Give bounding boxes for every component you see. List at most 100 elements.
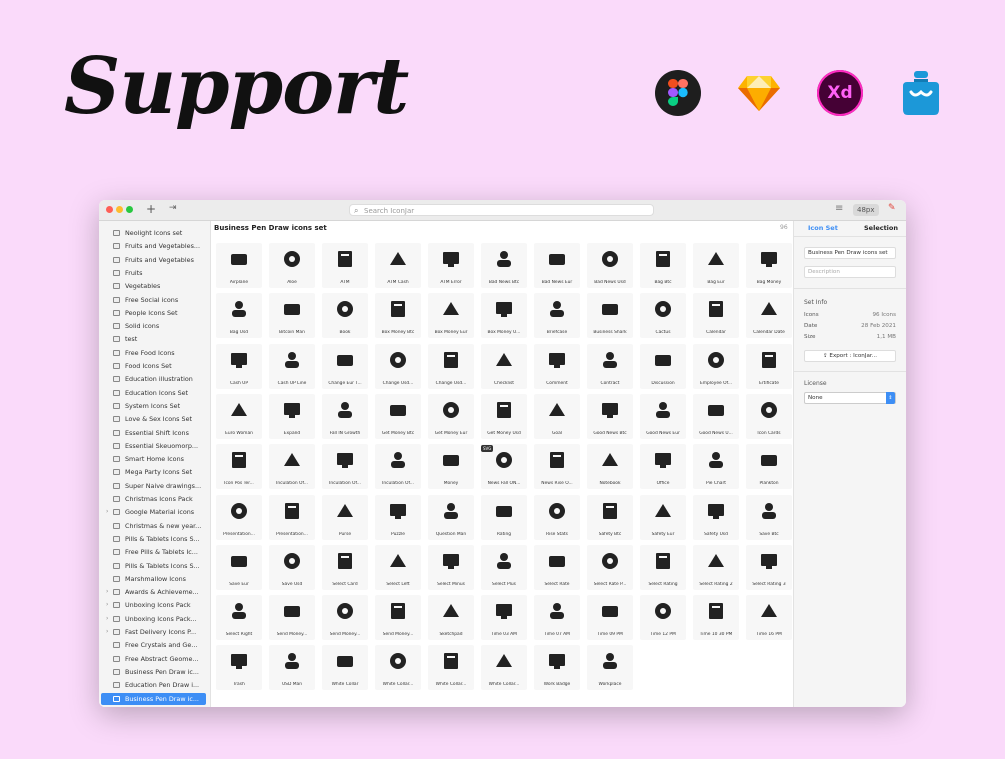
icon-tile[interactable]: Rise Stats [534, 494, 580, 540]
sidebar-item[interactable]: Business Pen Draw ic... [101, 666, 206, 678]
license-select[interactable]: None ⇕ [804, 392, 896, 404]
icon-tile[interactable]: Bad News Btc [481, 243, 527, 288]
icon-tile[interactable]: Select Rating 3 [746, 544, 792, 590]
icon-tile[interactable]: Trash [216, 645, 262, 691]
icon-tile[interactable]: Select Card [322, 544, 368, 590]
sidebar-item[interactable]: Free Food Icons [101, 347, 206, 359]
sidebar-item[interactable]: › Unboxing Icons Pack... [101, 613, 206, 625]
sidebar-item[interactable]: Essential Shift Icons [101, 427, 206, 439]
chevron-right-icon[interactable]: › [106, 506, 108, 518]
icon-tile[interactable]: Change Usd... [375, 343, 421, 389]
search-input[interactable]: ⌕ Search IconJar [349, 204, 654, 216]
sidebar-item[interactable]: › Unboxing Icons Pack [101, 599, 206, 611]
icon-tile[interactable]: Box Money Btc [375, 293, 421, 339]
icon-tile[interactable]: White Collar... [375, 645, 421, 691]
icon-tile[interactable]: ATM [322, 243, 368, 288]
sidebar-item[interactable]: test [101, 333, 206, 345]
icon-tile[interactable]: Good News Btc [587, 393, 633, 439]
close-window-button[interactable] [106, 206, 113, 213]
sidebar-item[interactable]: Food Icons Set [101, 360, 206, 372]
icon-tile[interactable]: Bad News Eur [534, 243, 580, 288]
chevron-right-icon[interactable]: › [106, 586, 108, 598]
icon-tile[interactable]: Send Money... [269, 595, 315, 641]
tab-icon-set[interactable]: Icon Set [808, 224, 838, 232]
icon-tile[interactable]: Get Money Usd [481, 393, 527, 439]
icon-tile[interactable]: Change Usd... [428, 343, 474, 389]
icon-tile[interactable]: Presentation... [216, 494, 262, 540]
sidebar-item[interactable]: People Icons Set [101, 307, 206, 319]
import-icon[interactable]: ⇥ [169, 203, 177, 213]
icon-tile[interactable]: White Collar... [481, 645, 527, 691]
icon-tile[interactable]: Contract [587, 343, 633, 389]
chevron-right-icon[interactable]: › [106, 599, 108, 611]
icon-tile[interactable]: ATM Cash [375, 243, 421, 288]
icon-tile[interactable]: Employee Of... [693, 343, 739, 389]
sidebar-item[interactable]: Business Pen Draw ic... [101, 692, 206, 705]
icon-tile[interactable]: Question Man [428, 494, 474, 540]
sidebar-item[interactable]: Marshmallow Icons [101, 573, 206, 585]
chevron-right-icon[interactable]: › [106, 626, 108, 638]
icon-tile[interactable]: Icon Pos Ter... [216, 444, 262, 490]
icon-tile[interactable]: Time 09 PM [587, 595, 633, 641]
sidebar-item[interactable]: Free Crystals and Ge... [101, 639, 206, 651]
icon-tile[interactable]: Bag Money [746, 243, 792, 288]
sidebar-item[interactable]: Vegetables [101, 280, 206, 292]
sidebar-item[interactable]: Smart Home Icons [101, 453, 206, 465]
icon-tile[interactable]: Select Left [375, 544, 421, 590]
icon-tile[interactable]: Time 10 30 PM [693, 595, 739, 641]
icon-tile[interactable]: Bitcoin Man [269, 293, 315, 339]
sidebar-item[interactable]: Super Naive drawings... [101, 480, 206, 492]
icon-tile[interactable]: Puzzle [375, 494, 421, 540]
icon-tile[interactable]: Bag Usd [216, 293, 262, 339]
sidebar-item[interactable]: Fruits [101, 267, 206, 279]
sidebar-item[interactable]: Education illustration [101, 373, 206, 385]
set-name-field[interactable]: Business Pen Draw icons set [804, 247, 896, 259]
sidebar-item[interactable]: Solid icons [101, 320, 206, 332]
icon-tile[interactable]: Cash UP Line [269, 343, 315, 389]
icon-tile[interactable]: Inculation Of... [375, 444, 421, 490]
sidebar-item[interactable]: Free Social icons [101, 294, 206, 306]
icon-tile[interactable]: Cactus [640, 293, 686, 339]
icon-tile[interactable]: Send Money... [322, 595, 368, 641]
icon-tile[interactable]: Time 12 PM [640, 595, 686, 641]
zoom-window-button[interactable] [126, 206, 133, 213]
icon-tile[interactable]: Comment [534, 343, 580, 389]
icon-tile[interactable]: Money [428, 444, 474, 490]
sidebar-item[interactable]: Christmas Icons Pack [101, 493, 206, 505]
icon-tile[interactable]: Notebook [587, 444, 633, 490]
icon-tile[interactable]: Bag Eur [693, 243, 739, 288]
icon-tile[interactable]: Select Rate P... [587, 544, 633, 590]
icon-tile[interactable]: News Rise O... [534, 444, 580, 490]
icon-tile[interactable]: Briefcase [534, 293, 580, 339]
icon-size-selector[interactable]: 48px [853, 204, 879, 216]
icon-tile[interactable]: Icon Cards [746, 393, 792, 439]
icon-tile[interactable]: Goal [534, 393, 580, 439]
sidebar-item[interactable]: › Awards & Achieveme... [101, 586, 206, 598]
filter-icon[interactable]: ≡ [835, 203, 843, 214]
icon-tile[interactable]: Euro Woman [216, 393, 262, 439]
icon-tile[interactable]: Select Minus [428, 544, 474, 590]
icon-tile[interactable]: Time 03 AM [481, 595, 527, 641]
icon-tile[interactable]: Aloe [269, 243, 315, 288]
sidebar-item[interactable]: Christmas & new year... [101, 520, 206, 532]
icon-tile[interactable]: Business Shark [587, 293, 633, 339]
icon-tile[interactable]: Pie Chart [693, 444, 739, 490]
sidebar-item[interactable]: Pills & Tablets Icons S... [101, 533, 206, 545]
icon-tile[interactable]: Select Right [216, 595, 262, 641]
sidebar-item[interactable]: Education Icons Set [101, 387, 206, 399]
sidebar-item[interactable]: Education Pen Draw i... [101, 679, 206, 691]
icon-tile[interactable]: ATM Error [428, 243, 474, 288]
icon-tile[interactable]: Book [322, 293, 368, 339]
export-button[interactable]: ⇪ Export : IconJar... [804, 350, 896, 362]
icon-tile[interactable]: Save Btc [746, 494, 792, 540]
icon-tile[interactable]: Purse [322, 494, 368, 540]
icon-tile[interactable]: Change Eur T... [322, 343, 368, 389]
icon-tile[interactable]: Workplace [587, 645, 633, 691]
icon-tile[interactable]: Plankton [746, 444, 792, 490]
icon-tile[interactable]: Airplane [216, 243, 262, 288]
icon-tile[interactable]: Good News U... [693, 393, 739, 439]
sidebar-item[interactable]: Love & Sex Icons Set [101, 413, 206, 425]
sidebar-item[interactable]: Fruits and Vegetables... [101, 240, 206, 252]
chevron-right-icon[interactable]: › [106, 613, 108, 625]
minimize-window-button[interactable] [116, 206, 123, 213]
